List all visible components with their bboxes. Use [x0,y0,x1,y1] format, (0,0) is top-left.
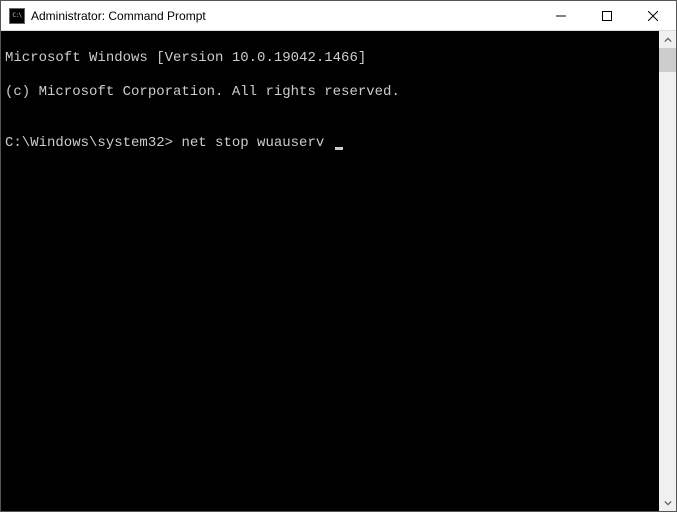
maximize-button[interactable] [584,1,630,30]
terminal-output[interactable]: Microsoft Windows [Version 10.0.19042.14… [1,31,659,511]
scroll-track[interactable] [659,48,676,494]
maximize-icon [602,11,612,21]
vertical-scrollbar[interactable] [659,31,676,511]
cmd-icon-glyph: C:\ [12,13,21,19]
minimize-button[interactable] [538,1,584,30]
terminal-prompt: C:\Windows\system32> [5,135,173,152]
scroll-thumb[interactable] [659,48,676,72]
window-title: Administrator: Command Prompt [31,9,538,23]
terminal-line: (c) Microsoft Corporation. All rights re… [5,84,655,101]
chevron-up-icon [664,36,672,44]
close-button[interactable] [630,1,676,30]
terminal-cursor [335,147,343,150]
titlebar[interactable]: C:\ Administrator: Command Prompt [1,1,676,31]
cmd-icon: C:\ [9,8,25,24]
terminal-line: Microsoft Windows [Version 10.0.19042.14… [5,50,655,67]
scroll-up-button[interactable] [659,31,676,48]
chevron-down-icon [664,499,672,507]
content-area: Microsoft Windows [Version 10.0.19042.14… [1,31,676,511]
window-controls [538,1,676,30]
close-icon [648,11,658,21]
scroll-down-button[interactable] [659,494,676,511]
minimize-icon [556,11,566,21]
terminal-command: net stop wuauserv [181,135,324,152]
terminal-prompt-line: C:\Windows\system32> net stop wuauserv [5,135,655,152]
command-prompt-window: C:\ Administrator: Command Prompt Micros… [0,0,677,512]
